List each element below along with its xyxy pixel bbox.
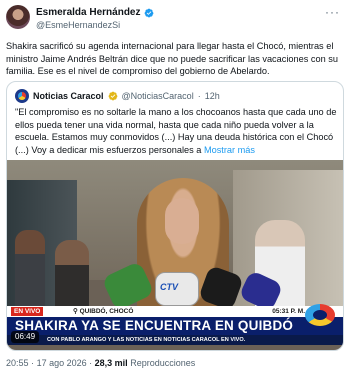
video-player[interactable]: CTV EN VIVO ⚲ QUIBDÓ, CHOCÓ 05:31 P. M. … [7,160,343,350]
tweet-time[interactable]: 20:55 [6,358,29,368]
view-label: Reproducciones [130,358,196,368]
meta-separator: · [31,358,35,368]
meta-separator: · [89,358,93,368]
broadcast-headline: SHAKIRA YA SE ENCUENTRA EN QUIBDÓ [7,317,343,335]
quoted-header: Noticias Caracol @NoticiasCaracol · 12h [15,89,220,103]
quoted-author-handle[interactable]: @NoticiasCaracol [122,91,194,101]
quoted-author-name[interactable]: Noticias Caracol [33,91,104,101]
more-horizontal-icon[interactable]: ··· [325,6,340,18]
quoted-avatar[interactable] [15,89,29,103]
mic-brand-label: CTV [160,282,178,292]
live-badge: EN VIVO [11,307,44,316]
tweet-date[interactable]: 17 ago 2026 [37,358,87,368]
caracol-logo-icon [305,304,335,326]
quoted-tweet[interactable]: Noticias Caracol @NoticiasCaracol · 12h … [6,81,344,351]
verified-badge-icon [144,8,153,17]
broadcast-info-bar: EN VIVO ⚲ QUIBDÓ, CHOCÓ 05:31 P. M. [7,306,343,317]
broadcast-clock: 05:31 P. M. [272,308,305,315]
show-more-link[interactable]: Mostrar más [204,145,255,155]
quoted-text-body: "El compromiso es no soltarle la mano a … [15,107,337,155]
broadcast-ticker-text: CON PABLO ARANGO Y LAS NOTICIAS EN NOTIC… [47,337,246,343]
author-avatar[interactable] [6,5,30,29]
broadcast-headline-text: SHAKIRA YA SE ENCUENTRA EN QUIBDÓ [15,318,294,333]
broadcast-location: ⚲ QUIBDÓ, CHOCÓ [73,307,133,316]
location-pin-icon: ⚲ [73,308,80,315]
author-handle[interactable]: @EsmeHernandezSi [36,20,120,30]
video-face [165,198,199,244]
broadcast-location-text: QUIBDÓ, CHOCÓ [79,308,134,315]
quoted-separator: · [197,91,201,101]
quoted-time[interactable]: 12h [205,91,220,101]
tweet-text: Shakira sacrificó su agenda internaciona… [6,41,338,76]
tweet-meta: 20:55 · 17 ago 2026 · 28,3 mil Reproducc… [6,358,195,368]
quoted-text: "El compromiso es no soltarle la mano a … [15,106,337,156]
verified-badge-icon [108,91,117,101]
author-name-row: Esmeralda Hernández [36,7,154,18]
video-duration: 06:49 [11,331,40,343]
author-name[interactable]: Esmeralda Hernández [36,7,141,18]
broadcast-ticker: CON PABLO ARANGO Y LAS NOTICIAS EN NOTIC… [7,335,343,345]
tweet-header: Esmeralda Hernández @EsmeHernandezSi ··· [6,4,344,34]
view-count: 28,3 mil [94,358,128,368]
